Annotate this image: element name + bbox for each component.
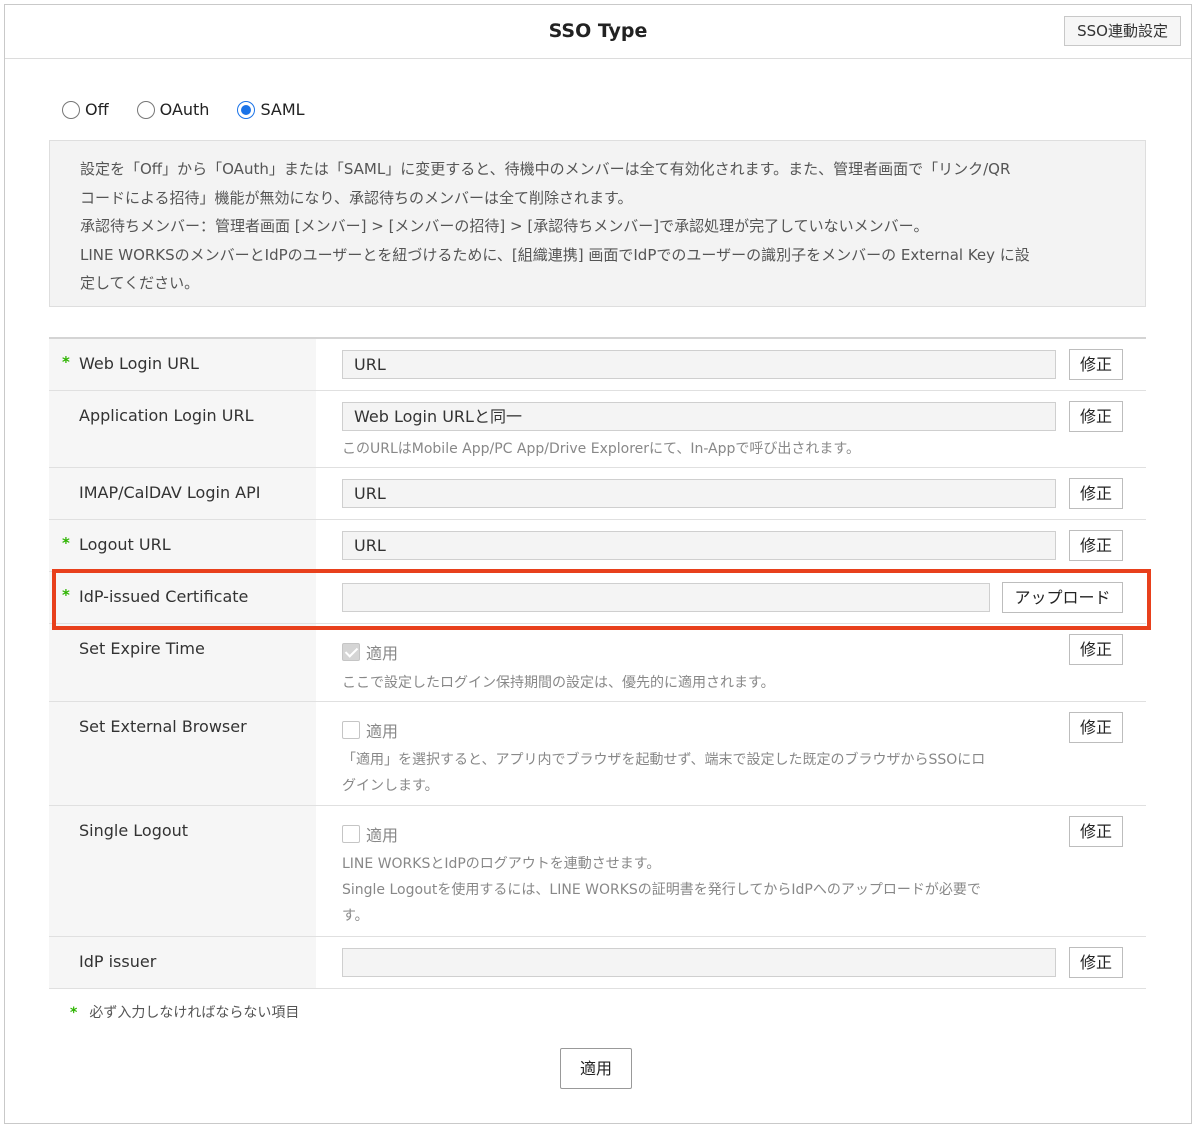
external-browser-apply-checkbox[interactable]: 適用 [342, 718, 398, 742]
web-login-url-edit-button[interactable]: 修正 [1069, 349, 1123, 380]
imap-caldav-login-api-edit-button[interactable]: 修正 [1069, 478, 1123, 509]
row-idp-issuer: IdP issuer 修正 [49, 937, 1146, 989]
page-title: SSO Type [548, 20, 648, 42]
row-label-cell: Set External Browser [49, 702, 316, 805]
application-login-url-field[interactable]: Web Login URLと同一 [342, 402, 1056, 431]
checkbox-label: 適用 [366, 826, 399, 845]
notice-box: 設定を「Off」から「OAuth」または「SAML」に変更すると、待機中のメンバ… [49, 140, 1146, 307]
expire-time-edit-button[interactable]: 修正 [1069, 634, 1123, 665]
notice-line: 設定を「Off」から「OAuth」または「SAML」に変更すると、待機中のメンバ… [80, 160, 1011, 178]
web-login-url-field[interactable]: URL [342, 350, 1056, 379]
radio-off-circle[interactable] [62, 100, 80, 119]
apply-button[interactable]: 適用 [560, 1048, 632, 1089]
logout-url-edit-button[interactable]: 修正 [1069, 530, 1123, 561]
required-star: * [70, 1005, 78, 1021]
row-hint: ここで設定したログイン保持期間の設定は、優先的に適用されます。 [342, 675, 775, 691]
row-label-cell: IdP issuer [49, 937, 316, 988]
hint-line: Single Logoutを使用するには、LINE WORKSの証明書を発行して… [342, 882, 981, 898]
application-login-url-edit-button[interactable]: 修正 [1069, 401, 1123, 432]
idp-issuer-field[interactable] [342, 948, 1056, 977]
notice-line: 承認待ちメンバー：管理者画面 [メンバー] > [メンバーの招待] > [承認待… [80, 217, 929, 235]
radio-saml-circle[interactable] [237, 100, 256, 119]
row-label-cell: * Web Login URL [49, 339, 316, 390]
hint-line: す。 [342, 908, 369, 924]
idp-certificate-file-field[interactable] [342, 583, 990, 612]
radio-oauth-label: OAuth [159, 100, 210, 119]
row-label: Logout URL [79, 535, 171, 554]
row-label-cell: IMAP/CalDAV Login API [49, 468, 316, 519]
notice-line: コードによる招待」機能が無効になり、承認待ちのメンバーは全て削除されます。 [80, 188, 633, 207]
row-set-external-browser: Set External Browser 適用 修正 「適用」を選択すると、アプ… [49, 702, 1146, 806]
row-hint: 「適用」を選択すると、アプリ内でブラウザを起動せず、端末で設定した既定のブラウザ… [342, 747, 1062, 799]
radio-saml-label: SAML [260, 100, 305, 119]
logout-url-field[interactable]: URL [342, 531, 1056, 560]
sso-link-settings-button[interactable]: SSO連動設定 [1064, 16, 1181, 46]
row-label: IMAP/CalDAV Login API [79, 483, 261, 502]
row-label-cell: * Logout URL [49, 520, 316, 571]
checkbox-box[interactable] [342, 825, 360, 843]
row-hint: LINE WORKSとIdPのログアウトを連動させます。 Single Logo… [342, 851, 1062, 929]
certificate-upload-button[interactable]: アップロード [1002, 582, 1123, 613]
radio-off[interactable]: Off [62, 100, 109, 119]
imap-caldav-login-api-field[interactable]: URL [342, 479, 1056, 508]
row-label: IdP issuer [79, 952, 157, 971]
single-logout-edit-button[interactable]: 修正 [1069, 816, 1123, 847]
row-label-cell: * IdP-issued Certificate [49, 572, 316, 623]
row-label: Application Login URL [79, 406, 254, 425]
row-label: Single Logout [79, 821, 189, 840]
notice-line: 定してください。 [80, 274, 200, 292]
row-web-login-url: * Web Login URL URL 修正 [49, 339, 1146, 391]
hint-line: グインします。 [342, 778, 439, 794]
required-star: * [62, 353, 70, 371]
row-label: Set External Browser [79, 717, 247, 736]
row-label-cell: Set Expire Time [49, 624, 316, 701]
row-single-logout: Single Logout 適用 修正 LINE WORKSとIdPのログアウト… [49, 806, 1146, 937]
sso-type-radio-group: Off OAuth SAML [62, 100, 333, 119]
checkbox-box[interactable] [342, 721, 360, 739]
row-imap-caldav-login-api: IMAP/CalDAV Login API URL 修正 [49, 468, 1146, 520]
notice-line: LINE WORKSのメンバーとIdPのユーザーとを紐づけるために、[組織連携]… [80, 245, 1030, 264]
radio-off-label: Off [85, 100, 109, 119]
hint-line: LINE WORKSとIdPのログアウトを連動させます。 [342, 856, 661, 872]
panel-header: SSO Type SSO連動設定 [5, 5, 1191, 59]
required-note-text: 必ず入力しなければならない項目 [89, 1005, 300, 1021]
checkbox-box[interactable] [342, 643, 360, 661]
row-label: IdP-issued Certificate [79, 587, 249, 606]
external-browser-edit-button[interactable]: 修正 [1069, 712, 1123, 743]
row-label-cell: Application Login URL [49, 391, 316, 467]
row-hint: このURLはMobile App/PC App/Drive Explorerにて… [342, 441, 861, 457]
radio-oauth-circle[interactable] [136, 100, 155, 119]
required-note: * 必ず入力しなければならない項目 [70, 1002, 299, 1022]
idp-issuer-edit-button[interactable]: 修正 [1069, 947, 1123, 978]
row-label-cell: Single Logout [49, 806, 316, 936]
row-label: Set Expire Time [79, 639, 205, 658]
required-star: * [62, 586, 70, 604]
checkbox-label: 適用 [366, 644, 399, 663]
radio-saml[interactable]: SAML [237, 100, 305, 119]
checkbox-label: 適用 [366, 722, 399, 741]
hint-line: 「適用」を選択すると、アプリ内でブラウザを起動せず、端末で設定した既定のブラウザ… [342, 752, 986, 768]
row-label: Web Login URL [79, 354, 199, 373]
row-idp-issued-certificate: * IdP-issued Certificate アップロード [49, 572, 1146, 624]
radio-oauth[interactable]: OAuth [136, 100, 210, 119]
required-star: * [62, 534, 70, 552]
row-logout-url: * Logout URL URL 修正 [49, 520, 1146, 572]
single-logout-apply-checkbox[interactable]: 適用 [342, 822, 398, 846]
row-application-login-url: Application Login URL Web Login URLと同一 修… [49, 391, 1146, 468]
expire-time-apply-checkbox[interactable]: 適用 [342, 640, 398, 664]
row-set-expire-time: Set Expire Time 適用 修正 ここで設定したログイン保持期間の設定… [49, 624, 1146, 702]
